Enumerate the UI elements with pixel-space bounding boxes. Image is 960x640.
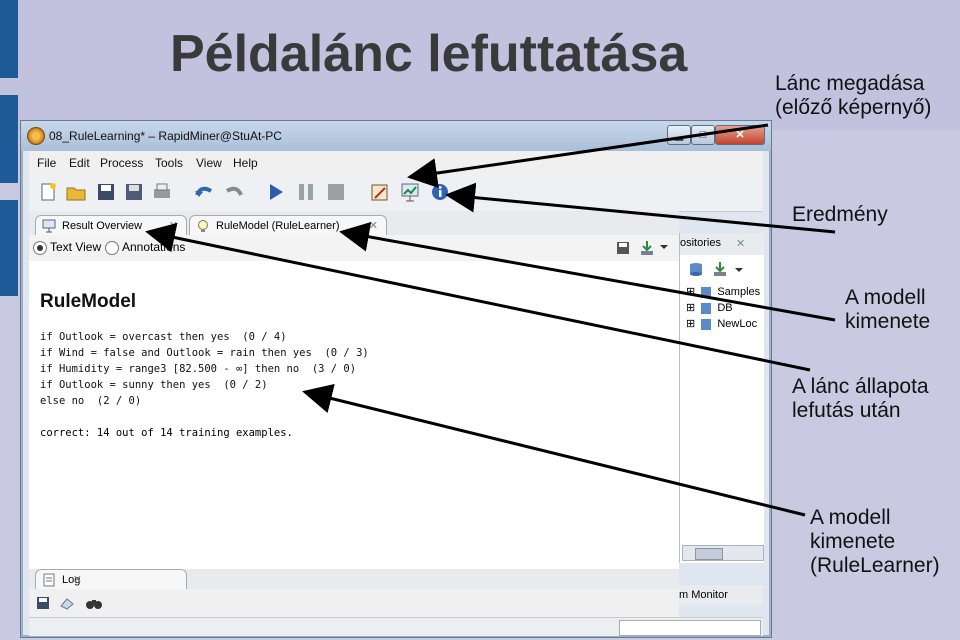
arrow-chain-state bbox=[145, 222, 811, 372]
annotation-arrows bbox=[145, 123, 836, 517]
arrow-model-output-rulelearner bbox=[302, 383, 806, 517]
arrow-chain bbox=[407, 123, 769, 188]
arrow-model-output bbox=[339, 221, 836, 322]
arrow-result bbox=[445, 182, 836, 234]
